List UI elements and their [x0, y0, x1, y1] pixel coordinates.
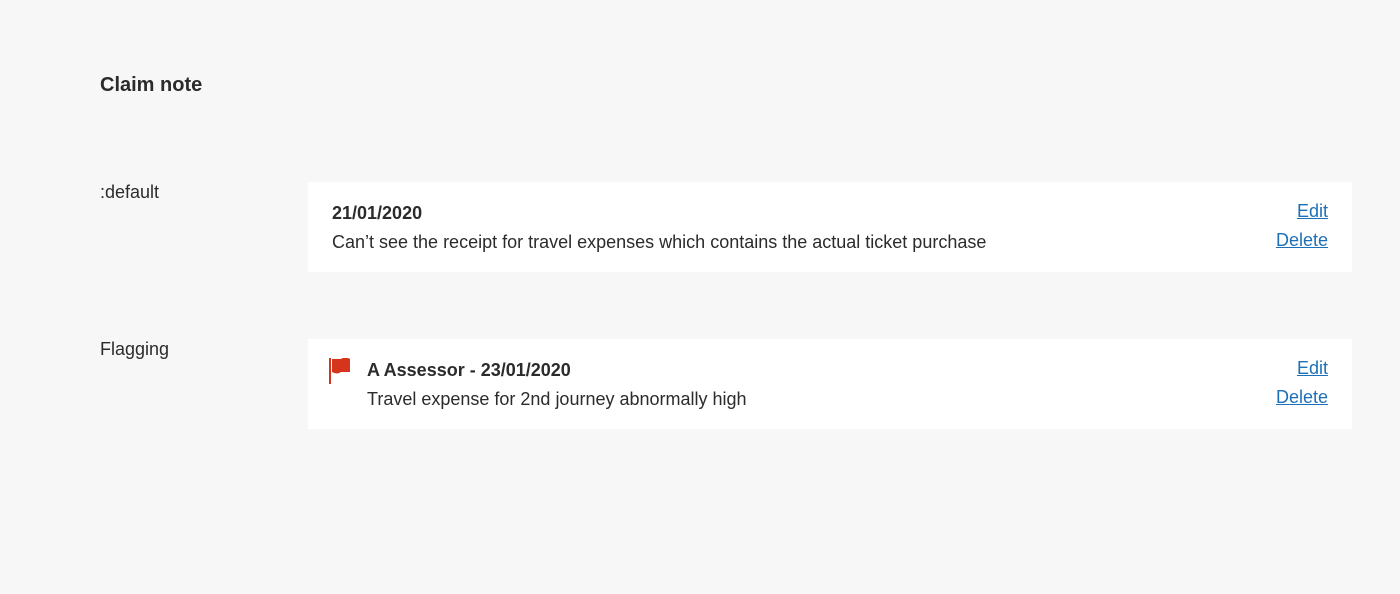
flag-icon	[329, 357, 351, 384]
flagged-note-card: A Assessor - 23/01/2020 Travel expense f…	[308, 339, 1352, 429]
row-label-default: :default	[100, 182, 160, 202]
claim-note-card: 21/01/2020 Can’t see the receipt for tra…	[308, 182, 1352, 272]
note-author-date: A Assessor - 23/01/2020	[367, 360, 571, 380]
row-label-flagging: Flagging	[100, 339, 170, 359]
edit-link[interactable]: Edit	[1297, 199, 1328, 223]
note-text: Travel expense for 2nd journey abnormall…	[367, 389, 747, 409]
note-text: Can’t see the receipt for travel expense…	[332, 232, 987, 252]
page-title: Claim note	[100, 74, 203, 96]
delete-link[interactable]: Delete	[1276, 385, 1328, 409]
edit-link[interactable]: Edit	[1297, 356, 1328, 380]
delete-link[interactable]: Delete	[1276, 228, 1328, 252]
note-date: 21/01/2020	[332, 203, 423, 223]
